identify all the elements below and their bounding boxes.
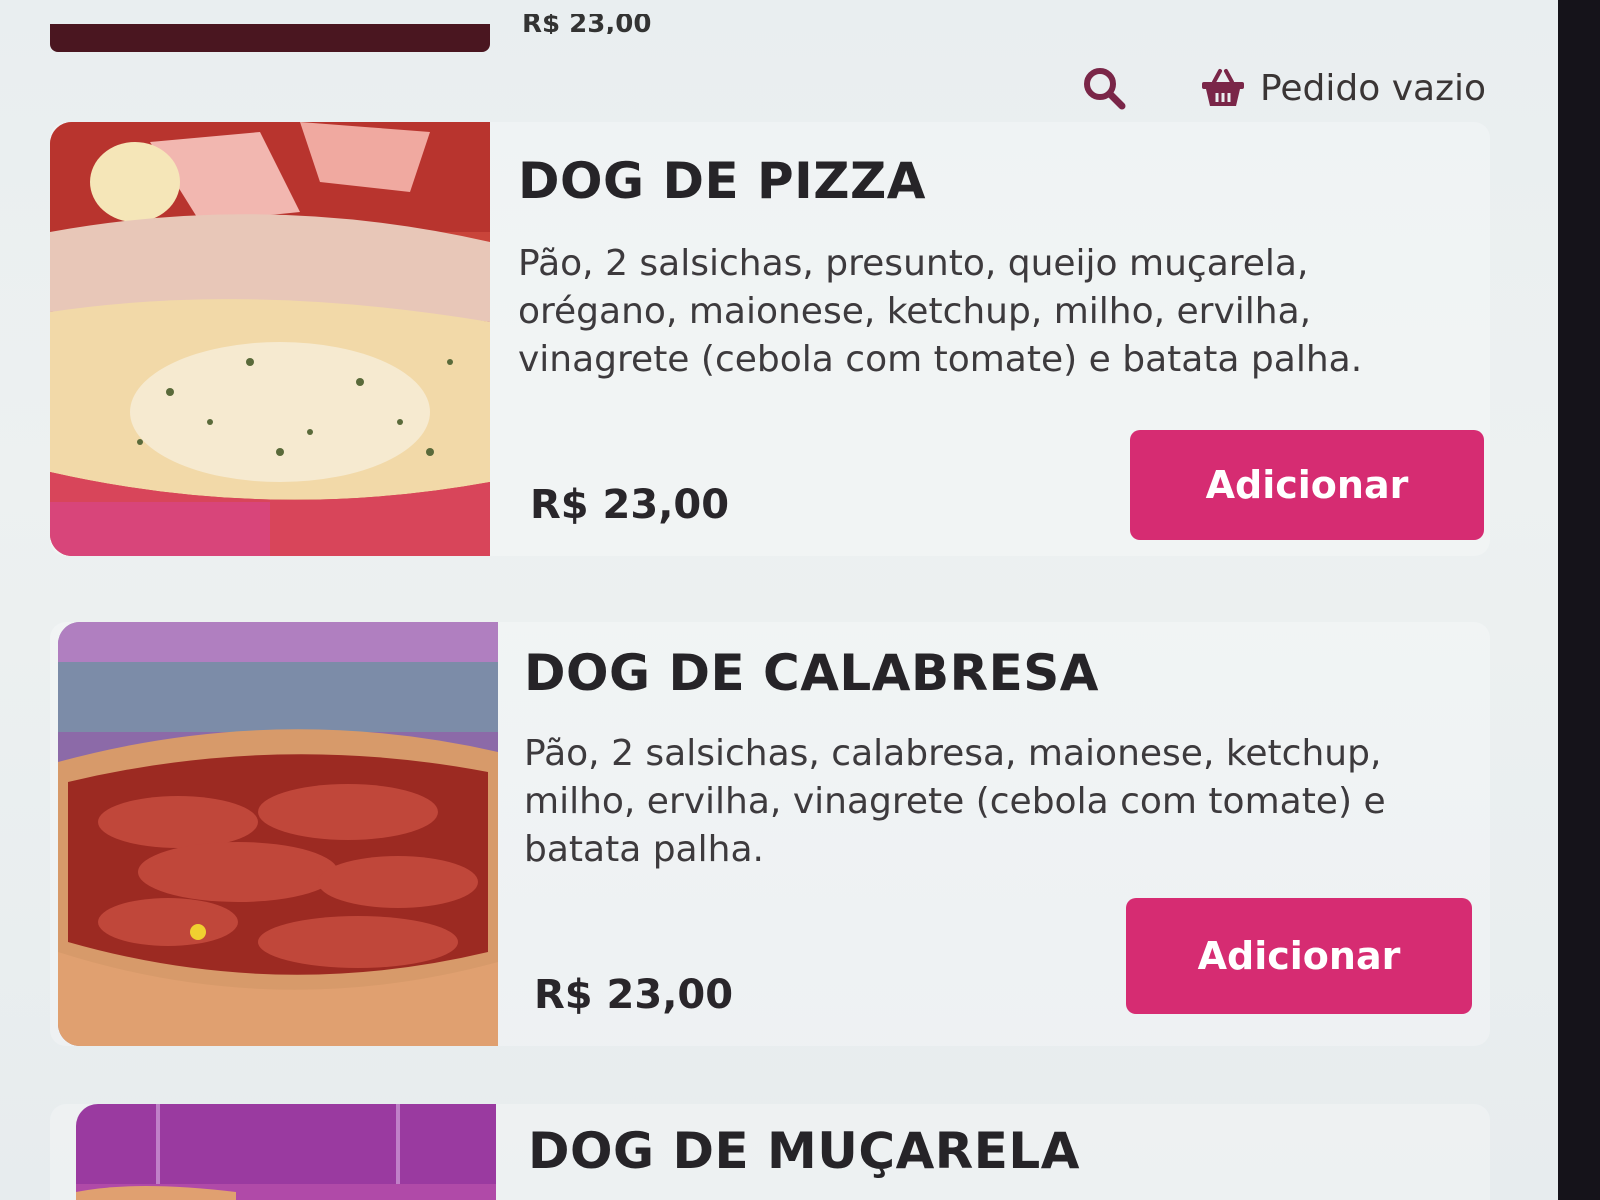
add-to-order-button[interactable]: Adicionar xyxy=(1126,898,1472,1014)
product-image xyxy=(58,622,498,1046)
product-description: Pão, 2 salsichas, calabresa, maionese, k… xyxy=(524,733,1386,870)
previous-item-image xyxy=(50,24,490,52)
product-name: DOG DE CALABRESA xyxy=(524,644,1099,702)
product-card-dog-de-calabresa: DOG DE CALABRESA Pão, 2 salsichas, calab… xyxy=(50,622,1490,1046)
basket-icon xyxy=(1201,69,1244,106)
search-button[interactable] xyxy=(1078,62,1130,114)
previous-item-price: R$ 23,00 xyxy=(522,14,652,34)
product-image xyxy=(76,1104,516,1200)
product-image xyxy=(50,122,490,556)
product-name: DOG DE MUÇARELA xyxy=(528,1122,1080,1180)
add-to-order-button[interactable]: Adicionar xyxy=(1130,430,1484,540)
product-price: R$ 23,00 xyxy=(534,972,734,1018)
cart-button[interactable]: Pedido vazio xyxy=(1200,68,1486,109)
search-icon xyxy=(1083,68,1126,110)
cart-status-label: Pedido vazio xyxy=(1259,67,1486,109)
product-card-dog-de-mucarela: DOG DE MUÇARELA xyxy=(50,1104,1490,1200)
product-price: R$ 23,00 xyxy=(530,482,730,528)
product-description: Pão, 2 salsichas, presunto, queijo muçar… xyxy=(518,243,1363,380)
menu-screen: R$ 23,00 Pedido vazio DOG DE PIZZA Pão, … xyxy=(0,0,1558,1200)
header-actions: Pedido vazio xyxy=(1078,58,1486,118)
product-card-dog-de-pizza: DOG DE PIZZA Pão, 2 salsichas, presunto,… xyxy=(50,122,1490,556)
product-name: DOG DE PIZZA xyxy=(518,152,926,210)
